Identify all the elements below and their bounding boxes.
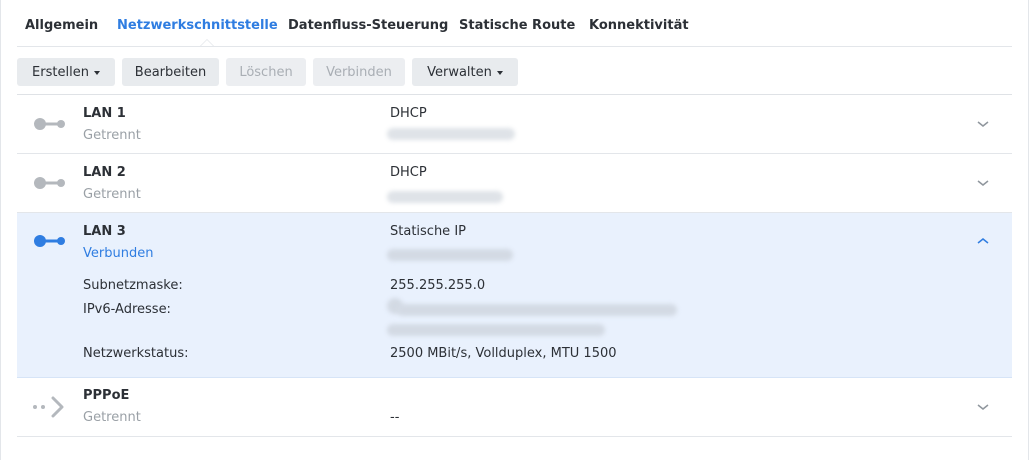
tab-netzwerkschnittstelle[interactable]: Netzwerkschnittstelle bbox=[117, 18, 278, 33]
ethernet-plug-icon bbox=[34, 177, 65, 189]
interface-row-pppoe[interactable]: PPPoE Getrennt -- bbox=[17, 378, 1012, 437]
interface-name: LAN 3 bbox=[83, 224, 126, 239]
interface-mode: -- bbox=[390, 410, 400, 425]
panel-border-right bbox=[1028, 0, 1029, 460]
edit-button-label: Bearbeiten bbox=[134, 64, 207, 80]
connect-button[interactable]: Verbinden bbox=[313, 58, 405, 86]
manage-button[interactable]: Verwalten bbox=[412, 58, 518, 86]
delete-button-label: Löschen bbox=[239, 64, 293, 80]
chevron-down-icon[interactable] bbox=[976, 119, 990, 129]
caret-down-icon bbox=[93, 70, 100, 75]
interface-name: PPPoE bbox=[83, 388, 130, 403]
interface-mode: Statische IP bbox=[390, 224, 466, 239]
interface-row-lan1[interactable]: LAN 1 Getrennt DHCP bbox=[17, 95, 1012, 154]
chevron-up-icon[interactable] bbox=[976, 236, 990, 246]
interface-status: Getrennt bbox=[83, 128, 141, 143]
subnet-value: 255.255.255.0 bbox=[390, 278, 486, 293]
tab-datenfluss-steuerung[interactable]: Datenfluss-Steuerung bbox=[288, 18, 448, 33]
caret-down-icon bbox=[496, 70, 503, 75]
chevron-down-icon[interactable] bbox=[976, 402, 990, 412]
pppoe-dots-arrow-icon bbox=[33, 396, 64, 418]
interface-mode: DHCP bbox=[390, 165, 427, 180]
manage-button-label: Verwalten bbox=[427, 64, 492, 80]
tab-statische-route[interactable]: Statische Route bbox=[459, 18, 575, 33]
redacted-ip bbox=[387, 128, 515, 140]
redacted-ip bbox=[387, 191, 503, 203]
edit-button[interactable]: Bearbeiten bbox=[122, 58, 219, 86]
active-tab-indicator bbox=[200, 39, 214, 46]
tab-bar: Allgemein Netzwerkschnittstelle Datenflu… bbox=[17, 0, 1012, 47]
netstatus-value: 2500 MBit/s, Vollduplex, MTU 1500 bbox=[390, 346, 617, 361]
connect-button-label: Verbinden bbox=[326, 64, 392, 80]
interface-name: LAN 2 bbox=[83, 165, 126, 180]
interface-row-lan2[interactable]: LAN 2 Getrennt DHCP bbox=[17, 154, 1012, 213]
interface-status: Getrennt bbox=[83, 410, 141, 425]
interface-row-lan3[interactable]: LAN 3 Verbunden Statische IP Subnetzmask… bbox=[17, 213, 1012, 378]
redacted-ip bbox=[387, 249, 513, 261]
netstatus-label: Netzwerkstatus: bbox=[83, 346, 189, 361]
panel-border-left bbox=[0, 0, 1, 460]
redacted-ipv6 bbox=[387, 324, 605, 336]
interface-status: Verbunden bbox=[83, 246, 154, 261]
create-button[interactable]: Erstellen bbox=[17, 58, 115, 86]
ethernet-plug-icon bbox=[34, 118, 65, 130]
create-button-label: Erstellen bbox=[32, 64, 89, 80]
delete-button[interactable]: Löschen bbox=[226, 58, 306, 86]
ipv6-label: IPv6-Adresse: bbox=[83, 302, 171, 317]
interface-mode: DHCP bbox=[390, 106, 427, 121]
interface-name: LAN 1 bbox=[83, 106, 126, 121]
tab-konnektivitaet[interactable]: Konnektivität bbox=[589, 18, 689, 33]
ethernet-plug-icon bbox=[34, 235, 65, 247]
tab-allgemein[interactable]: Allgemein bbox=[25, 18, 98, 33]
subnet-label: Subnetzmaske: bbox=[83, 278, 183, 293]
interface-status: Getrennt bbox=[83, 187, 141, 202]
redacted-ipv6 bbox=[397, 304, 677, 316]
chevron-down-icon[interactable] bbox=[976, 178, 990, 188]
